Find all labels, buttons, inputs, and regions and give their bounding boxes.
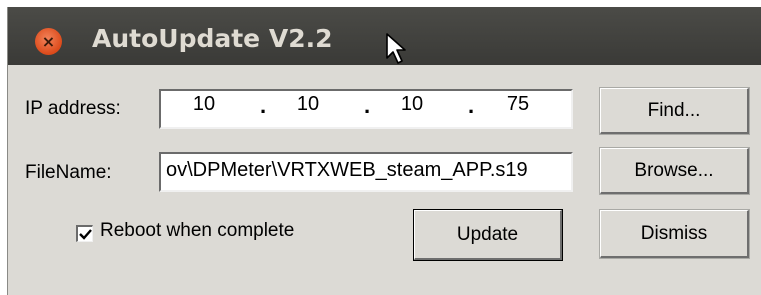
ip-address-label: IP address: — [25, 98, 121, 119]
ip-octet-2[interactable]: 10 — [283, 93, 333, 116]
dismiss-button[interactable]: Dismiss — [599, 209, 750, 259]
filename-value: ov\DPMeter\VRTXWEB_steam_APP.s19 — [166, 159, 528, 181]
ip-separator: . — [468, 93, 475, 118]
reboot-label[interactable]: Reboot when complete — [100, 220, 294, 242]
reboot-checkbox[interactable] — [76, 225, 93, 242]
title-bar[interactable]: × AutoUpdate V2.2 — [8, 7, 761, 65]
ip-separator: . — [260, 93, 267, 118]
ip-octet-1[interactable]: 10 — [179, 93, 229, 116]
update-button[interactable]: Update — [413, 209, 563, 261]
close-icon[interactable]: × — [35, 28, 62, 55]
checkmark-icon — [79, 229, 92, 240]
browse-button[interactable]: Browse... — [599, 147, 750, 195]
ip-octet-3[interactable]: 10 — [387, 93, 437, 116]
mouse-cursor-icon — [386, 33, 406, 64]
ip-address-field[interactable]: 10 . 10 . 10 . 75 — [159, 89, 573, 129]
find-button[interactable]: Find... — [599, 87, 750, 135]
filename-label: FileName: — [25, 162, 112, 183]
autoupdate-window: × AutoUpdate V2.2 IP address: 10 . 10 . … — [7, 7, 761, 295]
ip-octet-4[interactable]: 75 — [493, 93, 543, 116]
window-title: AutoUpdate V2.2 — [92, 24, 333, 53]
ip-separator: . — [364, 93, 371, 118]
filename-field[interactable]: ov\DPMeter\VRTXWEB_steam_APP.s19 — [159, 152, 573, 192]
